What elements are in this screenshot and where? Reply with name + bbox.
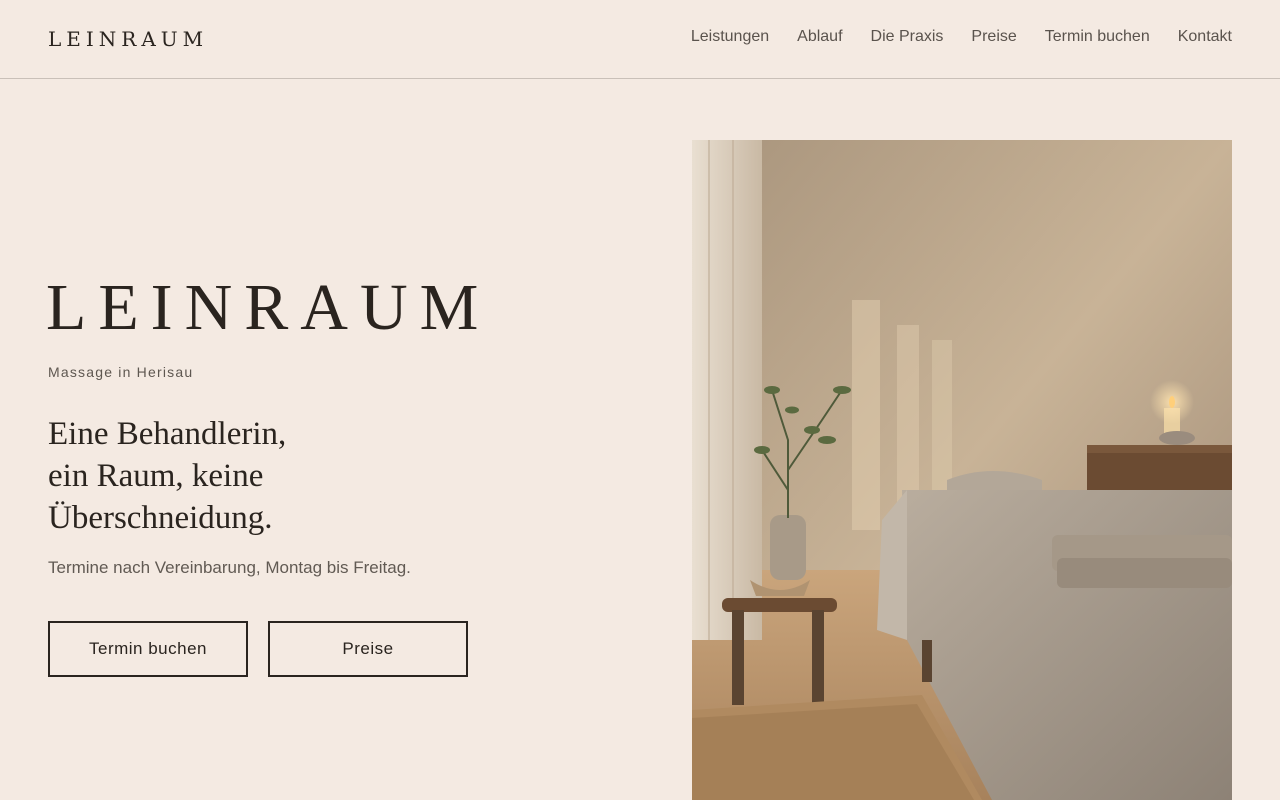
massage-room-photo: [692, 140, 1232, 800]
brand-logo[interactable]: LEINRAUM: [48, 27, 208, 51]
nav-ablauf[interactable]: Ablauf: [797, 28, 842, 46]
nav-leistungen[interactable]: Leistungen: [691, 28, 769, 46]
headline-line: Eine Behandlerin,: [48, 416, 287, 452]
nav-preise[interactable]: Preise: [971, 28, 1016, 46]
nav-termin-buchen[interactable]: Termin buchen: [1045, 28, 1150, 46]
nav-kontakt[interactable]: Kontakt: [1178, 28, 1232, 46]
hero-headline: Eine Behandlerin, ein Raum, keine Übersc…: [48, 413, 388, 539]
hero-title: LEINRAUM: [46, 271, 491, 344]
headline-line: Überschneidung.: [48, 500, 273, 536]
headline-line: ein Raum, keine: [48, 458, 264, 494]
book-appointment-button[interactable]: Termin buchen: [48, 621, 248, 677]
nav-die-praxis[interactable]: Die Praxis: [871, 28, 944, 46]
prices-button[interactable]: Preise: [268, 621, 468, 677]
site-header: LEINRAUM Leistungen Ablauf Die Praxis Pr…: [0, 0, 1280, 79]
hero-note: Termine nach Vereinbarung, Montag bis Fr…: [48, 558, 411, 577]
hero-subtitle: Massage in Herisau: [48, 364, 194, 380]
main-nav: Leistungen Ablauf Die Praxis Preise Term…: [691, 28, 1232, 46]
